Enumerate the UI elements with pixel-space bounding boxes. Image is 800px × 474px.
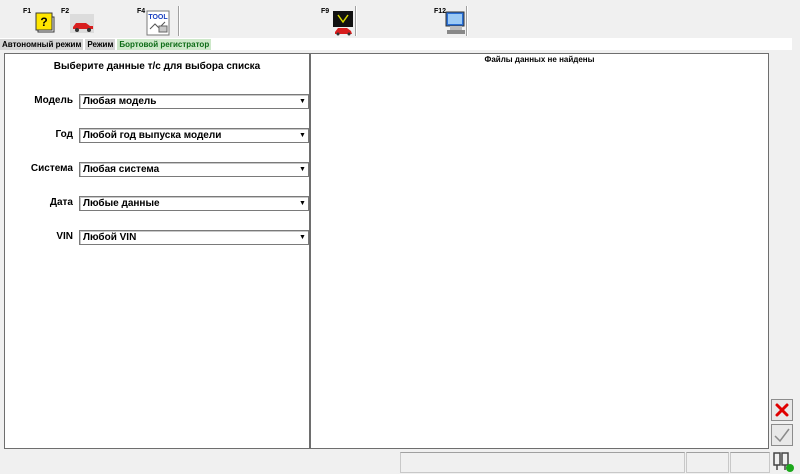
help-icon: ? — [35, 12, 55, 33]
chevron-down-icon: ▼ — [299, 166, 306, 173]
system-select[interactable]: Любая система ▼ — [79, 162, 309, 177]
f9-key-label: F9 — [321, 8, 330, 15]
vin-label: VIN — [56, 231, 73, 242]
svg-text:?: ? — [40, 15, 47, 29]
vin-select[interactable]: Любой VIN ▼ — [79, 230, 309, 245]
monitor-button[interactable] — [331, 9, 363, 37]
system-label: Система — [30, 163, 73, 174]
date-select[interactable]: Любые данные ▼ — [79, 196, 309, 211]
model-select-value: Любая модель — [83, 96, 157, 107]
close-icon — [775, 403, 789, 417]
year-select[interactable]: Любой год выпуска модели ▼ — [79, 128, 309, 143]
toolbar-separator — [355, 6, 356, 36]
breadcrumb-item-recorder: Бортовой регистратор — [117, 38, 212, 50]
chevron-down-icon: ▼ — [299, 98, 306, 105]
toolbar-separator — [466, 6, 467, 36]
connection-status-icon — [772, 451, 796, 473]
system-select-value: Любая система — [83, 164, 160, 175]
date-label: Дата — [49, 197, 73, 208]
model-select[interactable]: Любая модель ▼ — [79, 94, 309, 109]
model-label: Модель — [34, 95, 73, 106]
status-field — [400, 452, 685, 473]
vin-select-value: Любой VIN — [83, 232, 137, 243]
monitor-car-icon — [333, 11, 353, 36]
year-select-value: Любой год выпуска модели — [83, 130, 222, 141]
date-select-value: Любые данные — [83, 198, 160, 209]
data-files-panel: Файлы данных не найдены — [310, 53, 769, 449]
cancel-button[interactable] — [771, 399, 793, 421]
chevron-down-icon: ▼ — [299, 200, 306, 207]
status-field — [686, 452, 729, 473]
chevron-down-icon: ▼ — [299, 234, 306, 241]
screen-capture-icon — [445, 11, 465, 34]
help-button[interactable]: ? — [32, 9, 64, 37]
breadcrumb-item-mode[interactable]: Режим — [85, 38, 116, 50]
status-bar — [0, 450, 800, 474]
toolbar-separator — [178, 6, 179, 36]
panel-title: Выберите данные т/с для выбора списка — [53, 61, 261, 72]
tool-button[interactable]: TOOL — [145, 9, 177, 37]
svg-text:TOOL: TOOL — [148, 14, 168, 21]
checkmark-icon — [774, 428, 790, 443]
vehicle-button[interactable] — [68, 9, 100, 37]
status-field — [730, 452, 770, 473]
toolbar: F1 ? F2 F4 TOOL F9 F12 — [0, 0, 800, 38]
car-icon — [70, 14, 94, 33]
tool-icon: TOOL — [146, 10, 170, 36]
no-data-message: Файлы данных не найдены — [484, 55, 595, 64]
screen-capture-button[interactable] — [444, 9, 476, 37]
year-label: Год — [55, 129, 74, 140]
filter-panel: Выберите данные т/с для выбора списка Мо… — [4, 53, 310, 449]
breadcrumb: Автономный режим Режим Бортовой регистра… — [0, 38, 792, 50]
f4-key-label: F4 — [137, 8, 146, 15]
f1-key-label: F1 — [23, 8, 32, 15]
confirm-button[interactable] — [771, 424, 793, 446]
breadcrumb-item-offline[interactable]: Автономный режим — [0, 38, 84, 50]
chevron-down-icon: ▼ — [299, 132, 306, 139]
